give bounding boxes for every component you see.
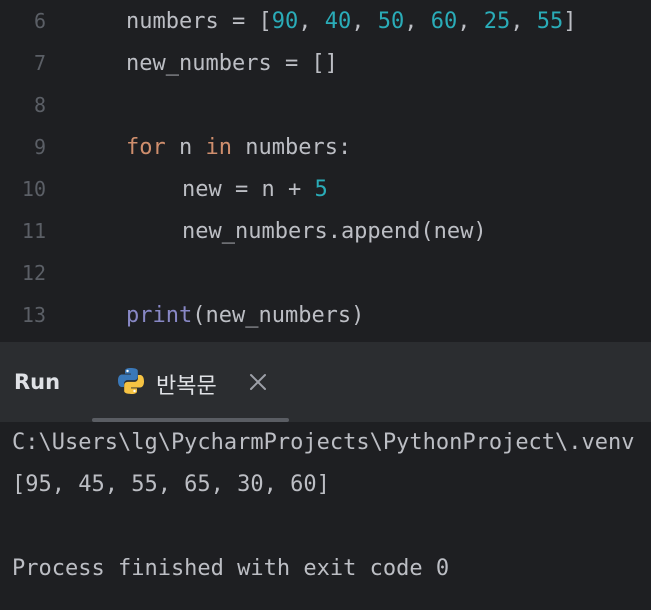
code-token: new = n + bbox=[182, 176, 315, 202]
line-number: 6 bbox=[33, 9, 46, 33]
run-console-output[interactable]: C:\Users\lg\PycharmProjects\PythonProjec… bbox=[0, 422, 651, 610]
code-token: (new_numbers) bbox=[192, 302, 365, 328]
line-number: 13 bbox=[21, 303, 46, 327]
separator-token: , bbox=[298, 8, 325, 34]
code-text[interactable]: print(new_numbers) bbox=[126, 303, 364, 328]
line-number: 7 bbox=[33, 51, 46, 75]
code-line-11: 11 new_numbers.append(new) bbox=[0, 210, 651, 252]
code-token: numbers: bbox=[232, 134, 352, 160]
run-title: Run bbox=[14, 370, 61, 394]
keyword-token: for bbox=[126, 134, 166, 160]
code-line-9: 9 for n in numbers: bbox=[0, 126, 651, 168]
code-text[interactable]: new_numbers = [] bbox=[126, 51, 338, 76]
code-line-13: 13 print(new_numbers) bbox=[0, 294, 651, 336]
code-token: n bbox=[165, 134, 206, 160]
keyword-token: in bbox=[205, 134, 233, 160]
console-line: [95, 45, 55, 65, 30, 60] bbox=[12, 472, 330, 497]
number-token: 50 bbox=[377, 8, 405, 34]
run-tool-window-header: Run 반복문 bbox=[0, 342, 651, 422]
number-token: 55 bbox=[536, 8, 564, 34]
python-icon bbox=[118, 368, 144, 394]
number-token: 40 bbox=[324, 8, 352, 34]
tab-label: 반복문 bbox=[156, 374, 217, 399]
code-line-10: 10 new = n + 5 bbox=[0, 168, 651, 210]
code-text[interactable]: for n in numbers: bbox=[126, 135, 351, 160]
line-number: 8 bbox=[33, 93, 46, 117]
separator-token: , bbox=[351, 8, 378, 34]
number-token: 5 bbox=[314, 176, 328, 202]
close-icon[interactable] bbox=[248, 372, 268, 392]
separator-token: , bbox=[510, 8, 537, 34]
separator-token: , bbox=[404, 8, 431, 34]
code-line-12: 12 bbox=[0, 252, 651, 294]
code-token: ] bbox=[563, 8, 577, 34]
line-number: 12 bbox=[21, 261, 46, 285]
console-line: Process finished with exit code 0 bbox=[12, 556, 450, 581]
number-token: 90 bbox=[271, 8, 299, 34]
run-tab[interactable]: 반복문 bbox=[92, 342, 289, 422]
code-text[interactable]: new_numbers.append(new) bbox=[182, 219, 487, 244]
code-editor[interactable]: 6 numbers = [90, 40, 50, 60, 25, 55] 7 n… bbox=[0, 0, 651, 342]
number-token: 60 bbox=[430, 8, 458, 34]
console-line: C:\Users\lg\PycharmProjects\PythonProjec… bbox=[12, 430, 635, 455]
code-text[interactable]: numbers = [90, 40, 50, 60, 25, 55] bbox=[126, 9, 576, 34]
line-number: 11 bbox=[21, 219, 46, 243]
code-line-6: 6 numbers = [90, 40, 50, 60, 25, 55] bbox=[0, 0, 651, 42]
number-token: 25 bbox=[483, 8, 511, 34]
code-line-7: 7 new_numbers = [] bbox=[0, 42, 651, 84]
line-number: 9 bbox=[33, 135, 46, 159]
line-number: 10 bbox=[21, 177, 46, 201]
separator-token: , bbox=[457, 8, 484, 34]
code-token: numbers = [ bbox=[126, 8, 272, 34]
code-line-8: 8 bbox=[0, 84, 651, 126]
builtin-token: print bbox=[126, 302, 193, 328]
code-text[interactable]: new = n + 5 bbox=[182, 177, 328, 202]
